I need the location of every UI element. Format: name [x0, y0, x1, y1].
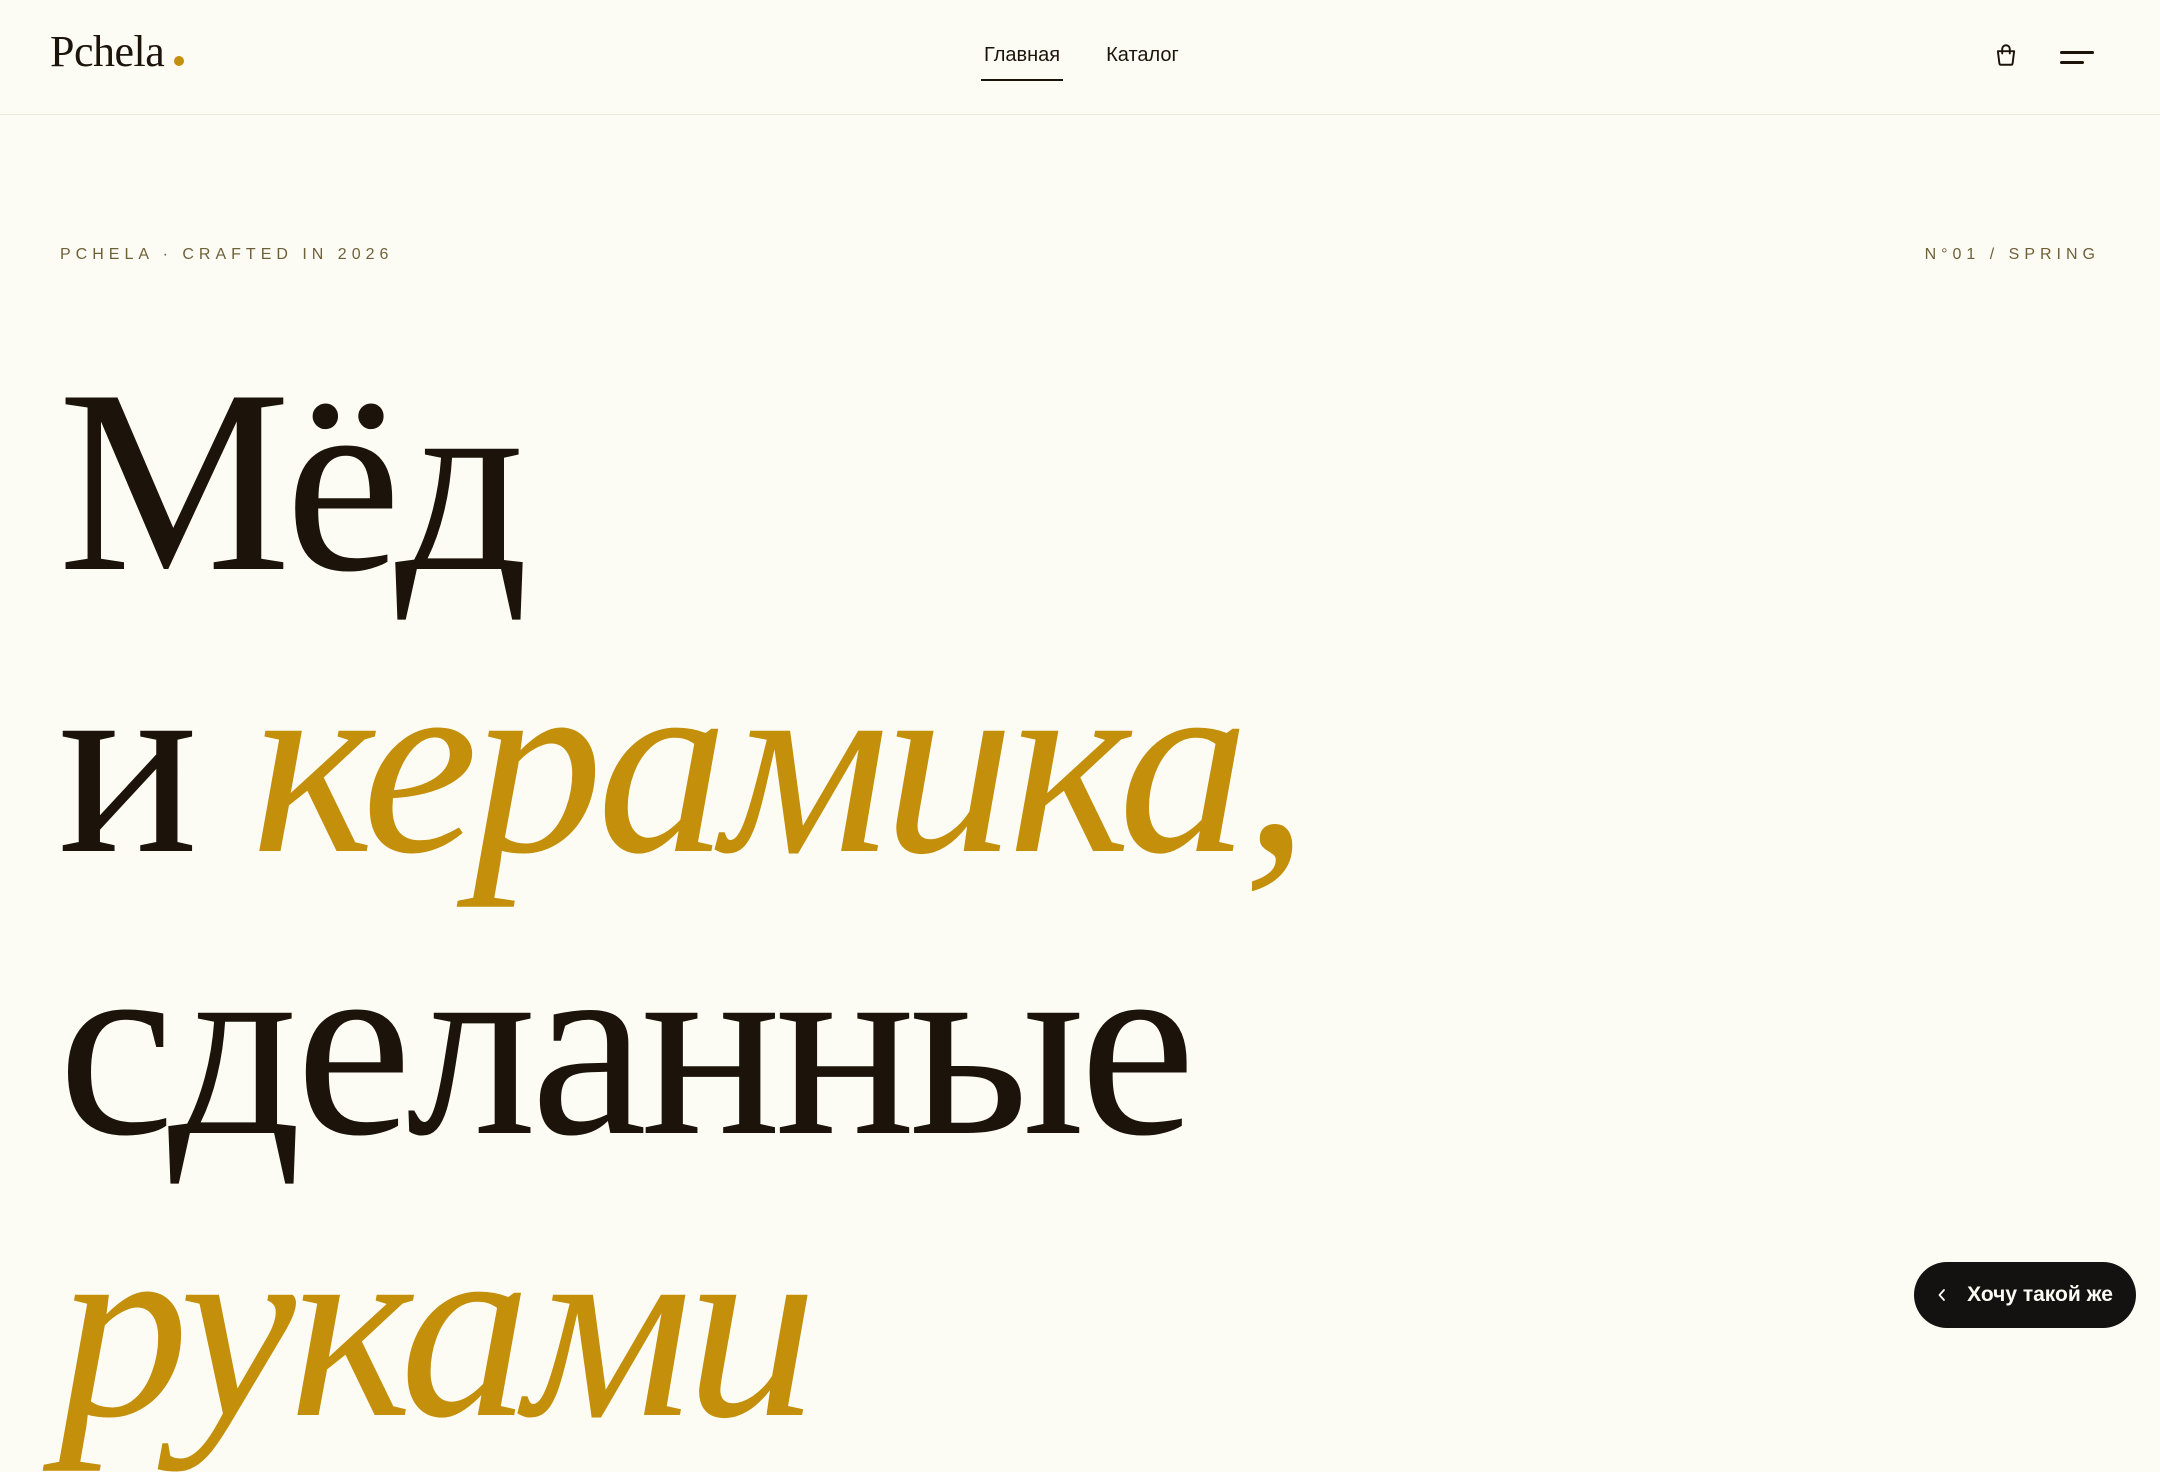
- hero-line-1: Мёд: [58, 336, 529, 626]
- hero-line-4: руками: [58, 1182, 817, 1472]
- hero-title: Мёд и керамика, сделанные руками: [58, 336, 1309, 1472]
- menu-bar-top: [2060, 51, 2094, 54]
- menu-icon[interactable]: [2060, 48, 2096, 70]
- hero-accent-ceramics: керамика,: [251, 618, 1309, 908]
- logo-text: Pchela: [50, 27, 165, 76]
- shopping-bag-icon[interactable]: [1993, 42, 2021, 70]
- chevron-left-icon: [1937, 1288, 1947, 1302]
- menu-bar-bottom: [2060, 61, 2084, 64]
- want-same-button[interactable]: Хочу такой же: [1914, 1262, 2136, 1328]
- main-nav: Главная Каталог: [981, 40, 1222, 81]
- eyebrow-brand: PCHELA · CRAFTED IN 2026: [60, 246, 394, 263]
- logo[interactable]: Pchela: [50, 26, 185, 77]
- nav-item-home[interactable]: Главная: [981, 40, 1064, 81]
- nav-item-catalog[interactable]: Каталог: [1103, 40, 1182, 81]
- hero-line-2: и керамика,: [58, 622, 1309, 904]
- hero-word-and: и: [58, 618, 198, 908]
- logo-dot: [174, 56, 185, 66]
- hero-line-3: сделанные: [58, 900, 1196, 1190]
- want-same-button-label: Хочу такой же: [1967, 1283, 2113, 1306]
- eyebrow-issue: N°01 / SPRING: [1924, 246, 2100, 263]
- site-header: Pchela Главная Каталог: [0, 0, 2160, 115]
